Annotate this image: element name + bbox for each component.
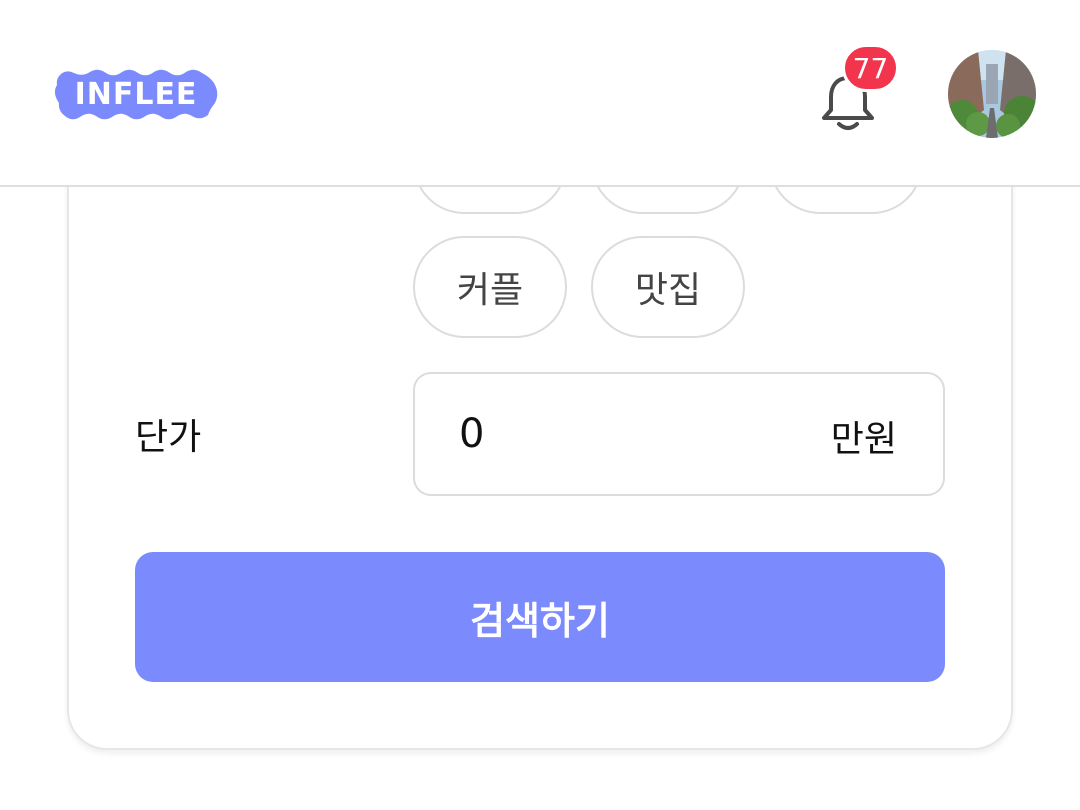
logo-text: INFLEE: [74, 76, 198, 112]
category-chip-restaurant[interactable]: 맛집: [591, 236, 745, 338]
avatar-image: [948, 50, 1036, 138]
price-unit: 만원: [830, 419, 897, 460]
price-field[interactable]: 만원: [413, 372, 945, 496]
notification-count-badge: 77: [842, 44, 899, 92]
app-header: INFLEE 77: [0, 0, 1080, 187]
category-chip-label: 맛집: [634, 270, 702, 311]
avatar[interactable]: [948, 50, 1036, 138]
price-label: 단가: [135, 417, 202, 458]
category-chip-label: 커플: [456, 270, 524, 311]
page: 커플 맛집 단가 만원 검색하기 INFLEE 77: [0, 0, 1080, 810]
inflee-logo[interactable]: INFLEE: [52, 65, 220, 123]
category-chip-couple[interactable]: 커플: [413, 236, 567, 338]
price-input[interactable]: [459, 406, 759, 462]
search-button[interactable]: 검색하기: [135, 552, 945, 682]
